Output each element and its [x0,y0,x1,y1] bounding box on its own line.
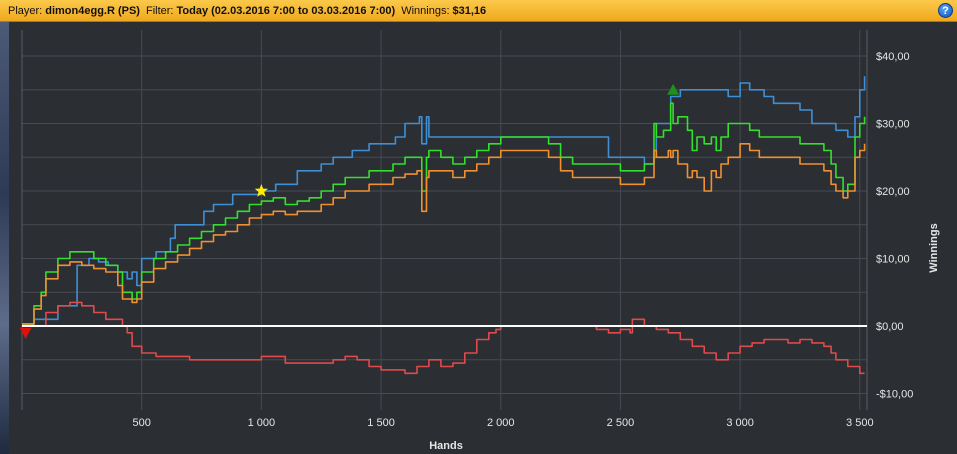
x-tick-label: 2 500 [607,417,635,429]
y-tick-label: -$10,00 [876,389,913,401]
filter-label: Filter: [145,4,174,17]
winnings-label: Winnings: [401,4,450,17]
winnings-chart: 500 1 000 1 500 2 000 2 500 3 000 3 500 $40,00 $… [19,30,940,452]
x-tick-label: 2 000 [487,417,515,429]
left-window-edge [0,22,9,454]
x-tick-label: 1 500 [367,417,395,429]
winnings-value: $31,16 [452,4,487,17]
y-tick-label: $0,00 [876,321,904,333]
player-label: Player: [8,4,43,17]
title-bar: Player: dimon4egg.R (PS) Filter: Today (… [0,0,957,22]
y-tick-label: $10,00 [876,254,910,266]
x-tick-label: 3 500 [846,417,874,429]
player-value: dimon4egg.R (PS) [45,4,140,17]
x-tick-label: 1 000 [248,417,276,429]
x-axis-label: Hands [429,440,463,452]
filter-value: Today (02.03.2016 7:00 to 03.03.2016 7:0… [176,4,396,17]
help-icon[interactable]: ? [938,3,953,18]
y-tick-label: $30,00 [876,119,910,131]
x-tick-label: 500 [133,417,151,429]
y-axis-label: Winnings [928,223,940,272]
x-tick-label: 3 000 [726,417,754,429]
y-tick-label: $40,00 [876,51,910,63]
y-tick-label: $20,00 [876,186,910,198]
